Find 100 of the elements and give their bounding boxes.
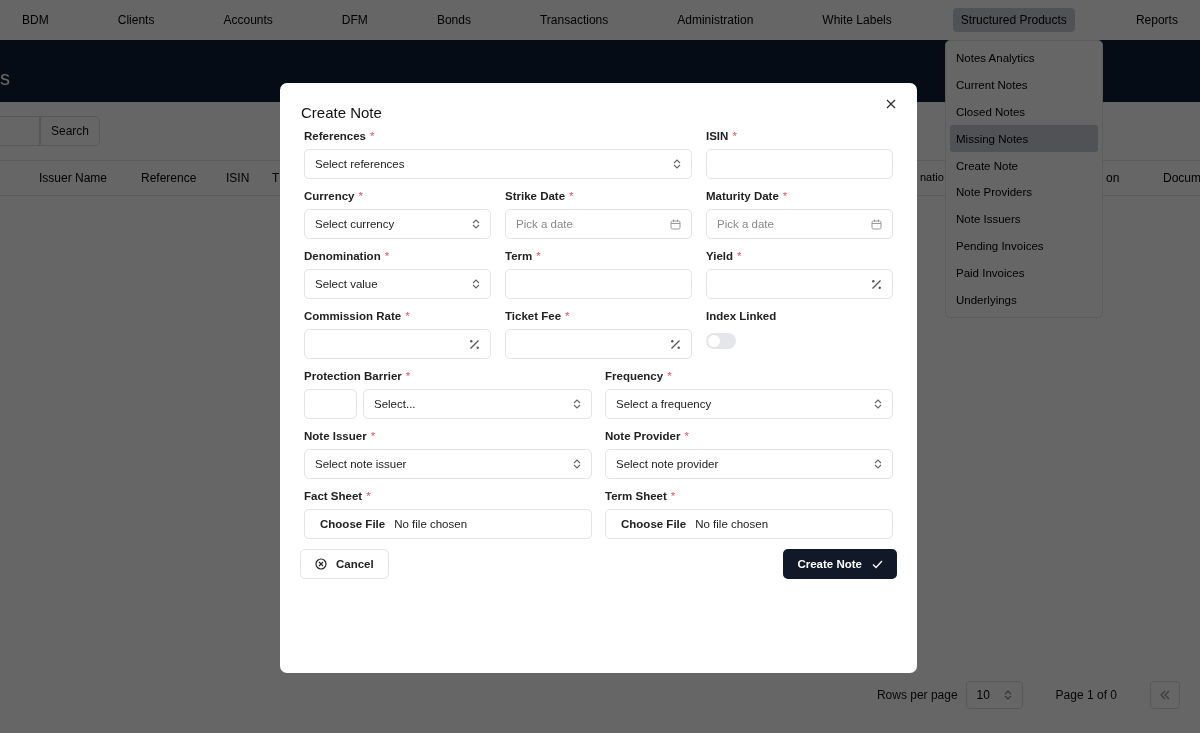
menu-item[interactable]: Missing Notes — [950, 125, 1098, 153]
required-asterisk: * — [732, 129, 737, 143]
field-label: Index Linked — [706, 309, 777, 323]
nav-item[interactable]: Structured Products — [952, 8, 1075, 32]
field-label: Currency — [304, 189, 355, 203]
double-chevron-left-icon — [1159, 690, 1171, 700]
choose-file-button[interactable]: Choose File — [621, 518, 687, 530]
required-asterisk: * — [366, 489, 371, 503]
nav-item[interactable]: Clients — [109, 8, 163, 32]
input-field[interactable] — [706, 269, 893, 299]
menu-item[interactable]: Underlyings — [950, 286, 1098, 313]
menu-item[interactable]: Pending Invoices — [950, 232, 1098, 260]
percent-icon — [871, 278, 882, 290]
input-field[interactable] — [706, 149, 893, 179]
file-status: No file chosen — [394, 518, 468, 530]
field-label: References — [304, 129, 366, 143]
input-field[interactable] — [304, 389, 357, 419]
column-header: T — [272, 171, 281, 185]
required-asterisk: * — [370, 429, 376, 443]
chevron-up-down-icon — [573, 399, 581, 409]
nav-item[interactable]: Transactions — [532, 8, 617, 32]
required-asterisk: * — [670, 489, 676, 503]
input-field[interactable] — [505, 329, 692, 359]
rows-per-page-label: Rows per page — [876, 688, 958, 702]
date-field[interactable]: Pick a date — [706, 209, 893, 239]
nav-item[interactable]: Reports — [1127, 8, 1186, 32]
dialog-title: Create Note — [301, 104, 382, 121]
field-label: Frequency — [605, 369, 664, 383]
rows-per-page-select[interactable]: 10 — [965, 681, 1023, 709]
chevron-up-down-icon — [472, 219, 480, 229]
menu-item[interactable]: Create Note — [950, 152, 1098, 179]
field-label: Note Issuer — [304, 429, 367, 443]
check-icon — [872, 559, 883, 569]
nav-item[interactable]: Accounts — [215, 8, 281, 32]
file-input[interactable]: Choose File No file chosen — [304, 509, 592, 539]
select-field[interactable]: Select a frequency — [605, 389, 893, 419]
cancel-button[interactable]: Cancel — [300, 549, 389, 579]
first-page-button[interactable] — [1150, 681, 1180, 709]
required-asterisk: * — [782, 189, 788, 203]
nav-item[interactable]: Bonds — [428, 8, 479, 32]
field-label: ISIN — [706, 129, 729, 143]
field-label: Protection Barrier — [304, 369, 402, 383]
menu-item[interactable]: Note Providers — [950, 179, 1098, 206]
chevron-up-down-icon — [472, 279, 480, 289]
percent-icon — [469, 338, 480, 350]
menu-item[interactable]: Closed Notes — [950, 98, 1098, 126]
create-note-button[interactable]: Create Note — [783, 549, 897, 579]
column-header: ISIN — [226, 171, 251, 185]
select-field[interactable]: Select note provider — [605, 449, 893, 479]
required-asterisk: * — [405, 309, 410, 323]
required-asterisk: * — [536, 249, 541, 263]
required-asterisk: * — [358, 189, 363, 203]
chevron-up-down-icon — [874, 459, 882, 469]
field-label: Denomination — [304, 249, 381, 263]
choose-file-button[interactable]: Choose File — [320, 518, 386, 530]
chevron-up-down-icon — [1003, 690, 1012, 700]
page-indicator: Page 1 of 0 — [1055, 688, 1117, 702]
nav-item[interactable]: Administration — [669, 8, 762, 32]
required-asterisk: * — [405, 369, 411, 383]
column-header: natio — [920, 171, 945, 185]
required-asterisk: * — [737, 249, 742, 263]
required-asterisk: * — [684, 429, 689, 443]
column-header: Docum — [1163, 171, 1200, 185]
required-asterisk: * — [569, 189, 574, 203]
field-label: Commission Rate — [304, 309, 402, 323]
select-field[interactable]: Select references — [304, 149, 692, 179]
column-header: Reference — [141, 171, 198, 185]
select-field[interactable]: Select... — [363, 389, 592, 419]
nav-item[interactable]: DFM — [333, 8, 376, 32]
input-field[interactable] — [304, 329, 491, 359]
file-input[interactable]: Choose File No file chosen — [605, 509, 893, 539]
search-button[interactable]: Search — [40, 116, 101, 146]
calendar-icon — [871, 218, 882, 230]
toggle-switch[interactable] — [706, 333, 736, 349]
required-asterisk: * — [667, 369, 672, 383]
nav-item[interactable]: BDM — [14, 8, 57, 32]
close-icon[interactable] — [886, 99, 896, 109]
calendar-icon — [670, 218, 681, 230]
menu-item[interactable]: Note Issuers — [950, 205, 1098, 233]
field-label: Term — [505, 249, 533, 263]
menu-item[interactable]: Current Notes — [950, 71, 1098, 99]
field-label: Strike Date — [505, 189, 566, 203]
field-label: Ticket Fee — [505, 309, 562, 323]
file-status: No file chosen — [695, 518, 769, 530]
select-field[interactable]: Select value — [304, 269, 491, 299]
required-asterisk: * — [370, 129, 375, 143]
field-label: Fact Sheet — [304, 489, 363, 503]
required-asterisk: * — [384, 249, 390, 263]
field-label: Note Provider — [605, 429, 681, 443]
page-title: s — [0, 67, 10, 90]
menu-item[interactable]: Notes Analytics — [950, 45, 1098, 72]
select-field[interactable]: Select currency — [304, 209, 491, 239]
field-label: Yield — [706, 249, 734, 263]
column-header: Issuer Name — [39, 171, 109, 185]
menu-item[interactable]: Paid Invoices — [950, 259, 1098, 287]
nav-item[interactable]: White Labels — [814, 8, 900, 32]
date-field[interactable]: Pick a date — [505, 209, 692, 239]
input-field[interactable] — [505, 269, 692, 299]
select-field[interactable]: Select note issuer — [304, 449, 592, 479]
field-label: Term Sheet — [605, 489, 667, 503]
